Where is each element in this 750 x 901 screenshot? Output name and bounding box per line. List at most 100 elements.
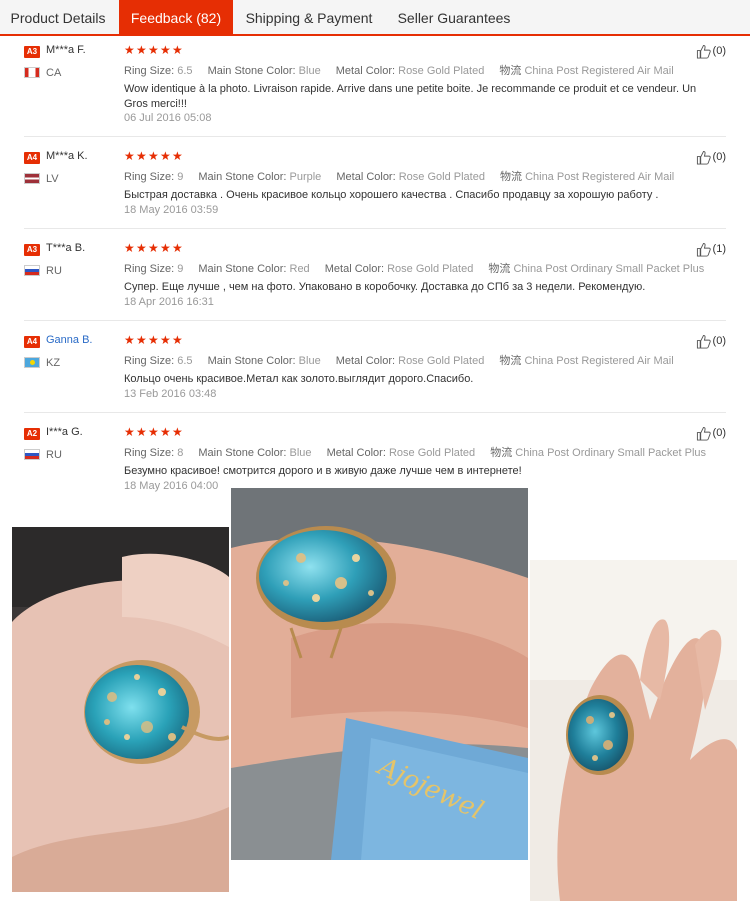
country-flag-icon bbox=[24, 173, 40, 184]
tab-seller-guarantees[interactable]: Seller Guarantees bbox=[385, 0, 523, 36]
country-flag-icon bbox=[24, 265, 40, 276]
attr-label: Ring Size: bbox=[124, 171, 175, 183]
attr-value: Rose Gold Plated bbox=[398, 171, 485, 183]
ring-photo-image bbox=[530, 560, 737, 901]
attr-label: Ring Size: bbox=[124, 447, 175, 459]
attr-label: 物流 bbox=[499, 355, 522, 367]
order-attributes: Ring Size: 8 Main Stone Color: Blue Meta… bbox=[124, 444, 706, 460]
country-flag-icon bbox=[24, 357, 40, 368]
attr-value: Rose Gold Plated bbox=[398, 355, 485, 367]
buyer-name: M***a K. bbox=[46, 150, 88, 162]
thumbs-up-icon bbox=[696, 44, 711, 59]
tab-product-details[interactable]: Product Details bbox=[0, 0, 116, 36]
buyer-name: T***a B. bbox=[46, 242, 86, 254]
attr-label: Ring Size: bbox=[124, 355, 175, 367]
order-attributes: Ring Size: 6.5 Main Stone Color: Blue Me… bbox=[124, 352, 674, 368]
attr-label: Metal Color: bbox=[335, 355, 396, 367]
helpful-count: (0) bbox=[712, 45, 726, 57]
review-photo[interactable]: Ajojewel bbox=[231, 488, 528, 860]
review-date: 18 May 2016 04:00 bbox=[124, 480, 219, 492]
helpful-button[interactable]: (0) bbox=[696, 424, 726, 442]
review-item: A4 M***a K. LV ★ ★ ★ ★ ★ Ring Size: 9 Main S… bbox=[24, 148, 726, 229]
helpful-count: (0) bbox=[712, 427, 726, 439]
attr-label: Metal Color: bbox=[324, 263, 385, 275]
order-attributes: Ring Size: 6.5 Main Stone Color: Blue Me… bbox=[124, 62, 674, 78]
attr-label: Main Stone Color: bbox=[198, 171, 287, 183]
attr-label: Ring Size: bbox=[124, 263, 175, 275]
star-rating: ★ ★ ★ ★ ★ bbox=[124, 149, 183, 163]
attr-label: Main Stone Color: bbox=[207, 355, 296, 367]
buyer-name-link[interactable]: Ganna B. bbox=[46, 334, 92, 346]
review-text: Кольцо очень красивое.Метал как золото.в… bbox=[124, 373, 474, 385]
review-photo[interactable] bbox=[530, 560, 737, 901]
star-rating: ★ ★ ★ ★ ★ bbox=[124, 241, 183, 255]
order-attributes: Ring Size: 9 Main Stone Color: Red Metal… bbox=[124, 260, 704, 276]
thumbs-up-icon bbox=[696, 242, 711, 257]
thumbs-up-icon bbox=[696, 426, 711, 441]
attr-value: China Post Registered Air Mail bbox=[525, 171, 675, 183]
attr-value: Red bbox=[289, 263, 310, 275]
buyer-name: M***a F. bbox=[46, 44, 86, 56]
star-rating: ★ ★ ★ ★ ★ bbox=[124, 333, 183, 347]
attr-value: China Post Ordinary Small Packet Plus bbox=[513, 263, 705, 275]
helpful-count: (0) bbox=[712, 335, 726, 347]
helpful-button[interactable]: (0) bbox=[696, 148, 726, 166]
tab-shipping-payment[interactable]: Shipping & Payment bbox=[236, 0, 382, 36]
attr-value: Rose Gold Plated bbox=[388, 447, 476, 459]
buyer-level-badge: A4 bbox=[24, 152, 40, 164]
helpful-button[interactable]: (1) bbox=[696, 240, 726, 258]
review-date: 18 Apr 2016 16:31 bbox=[124, 296, 214, 308]
attr-label: Metal Color: bbox=[326, 447, 386, 459]
attr-value: China Post Registered Air Mail bbox=[524, 355, 674, 367]
attr-value: 9 bbox=[177, 263, 184, 275]
helpful-count: (0) bbox=[712, 151, 726, 163]
attr-label: Main Stone Color: bbox=[207, 65, 296, 77]
tab-feedback[interactable]: Feedback (82) bbox=[119, 0, 233, 36]
review-date: 06 Jul 2016 05:08 bbox=[124, 112, 212, 124]
buyer-country: LV bbox=[46, 173, 59, 185]
review-text: Wow identique à la photo. Livraison rapi… bbox=[124, 83, 697, 110]
helpful-button[interactable]: (0) bbox=[696, 332, 726, 350]
buyer-level-badge: A4 bbox=[24, 336, 40, 348]
attr-label: Metal Color: bbox=[335, 65, 396, 77]
review-item: A3 T***a B. RU ★ ★ ★ ★ ★ Ring Size: 9 Main S… bbox=[24, 240, 726, 321]
attr-label: 物流 bbox=[500, 171, 522, 183]
buyer-country: RU bbox=[46, 265, 62, 277]
helpful-button[interactable]: (0) bbox=[696, 42, 726, 60]
star-rating: ★ ★ ★ ★ ★ bbox=[124, 425, 183, 439]
buyer-country: RU bbox=[46, 449, 62, 461]
review-date: 18 May 2016 03:59 bbox=[124, 204, 219, 216]
review-photo[interactable] bbox=[12, 527, 229, 892]
review-text: Быстрая доставка . Очень красивое кольцо… bbox=[124, 189, 659, 201]
country-flag-icon bbox=[24, 67, 40, 78]
buyer-country: CA bbox=[46, 67, 62, 79]
review-item: A3 M***a F. CA ★ ★ ★ ★ ★ Ring Size: 6.5 Main… bbox=[24, 42, 726, 137]
review-text: Безумно красивое! смотрится дорого и в ж… bbox=[124, 465, 522, 477]
review-item: A4 Ganna B. KZ ★ ★ ★ ★ ★ Ring Size: 6.5 Main… bbox=[24, 332, 726, 413]
attr-value: 8 bbox=[177, 447, 184, 459]
attr-value: Rose Gold Plated bbox=[398, 65, 485, 77]
attr-value: China Post Ordinary Small Packet Plus bbox=[515, 447, 707, 459]
star-rating: ★ ★ ★ ★ ★ bbox=[124, 43, 183, 57]
buyer-level-badge: A2 bbox=[24, 428, 40, 440]
review-text: Супер. Еще лучше , чем на фото. Упакован… bbox=[124, 281, 646, 293]
attr-label: Main Stone Color: bbox=[198, 263, 287, 275]
attr-value: China Post Registered Air Mail bbox=[524, 65, 674, 77]
tab-bar: Product Details Feedback (82) Shipping &… bbox=[0, 0, 750, 36]
country-flag-icon bbox=[24, 449, 40, 460]
attr-label: 物流 bbox=[488, 263, 511, 275]
attr-label: Metal Color: bbox=[336, 171, 396, 183]
order-attributes: Ring Size: 9 Main Stone Color: Purple Me… bbox=[124, 168, 674, 184]
review-item: A2 I***a G. RU ★ ★ ★ ★ ★ Ring Size: 8 Main S… bbox=[24, 424, 726, 494]
attr-value: 6.5 bbox=[177, 65, 193, 77]
attr-label: 物流 bbox=[490, 447, 513, 459]
attr-value: Rose Gold Plated bbox=[387, 263, 474, 275]
attr-label: 物流 bbox=[499, 65, 522, 77]
attr-value: Blue bbox=[298, 355, 321, 367]
buyer-level-badge: A3 bbox=[24, 46, 40, 58]
ring-photo-image: Ajojewel bbox=[231, 488, 528, 860]
ring-photo-image bbox=[12, 527, 229, 892]
attr-value: Blue bbox=[298, 65, 321, 77]
attr-value: Blue bbox=[289, 447, 312, 459]
review-date: 13 Feb 2016 03:48 bbox=[124, 388, 217, 400]
